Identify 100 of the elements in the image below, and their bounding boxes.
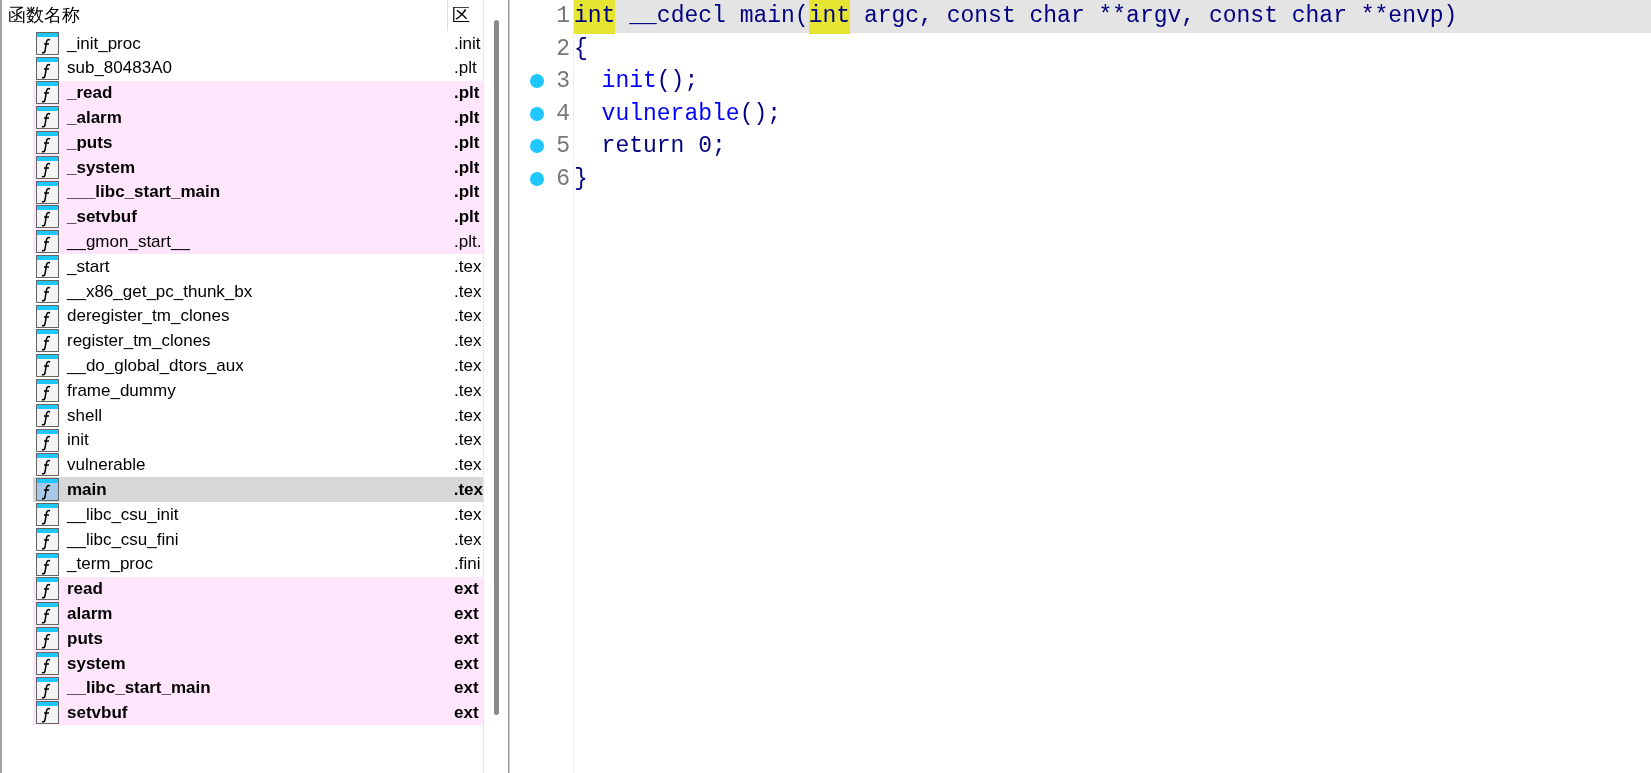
code-line: vulnerable(); bbox=[600, 99, 783, 129]
section-name: .plt bbox=[454, 181, 480, 204]
function-row[interactable]: _system .plt bbox=[33, 155, 483, 180]
function-row[interactable]: frame_dummy .tex bbox=[33, 378, 483, 403]
section-name: .plt bbox=[454, 156, 480, 179]
function-row[interactable]: puts ext bbox=[33, 626, 483, 651]
breakpoint-dot[interactable] bbox=[530, 74, 545, 89]
function-name: __do_global_dtors_aux bbox=[65, 355, 245, 377]
section-name: .tex bbox=[454, 528, 482, 551]
function-row[interactable]: _setvbuf .plt bbox=[33, 204, 483, 230]
function-icon bbox=[36, 577, 59, 601]
function-icon bbox=[36, 304, 59, 328]
function-row[interactable]: read ext bbox=[33, 576, 483, 602]
function-row[interactable]: _alarm .plt bbox=[33, 105, 483, 131]
section-name: .tex bbox=[454, 429, 482, 452]
section-name: .tex bbox=[454, 305, 482, 328]
section-name: .tex bbox=[454, 379, 482, 402]
function-icon bbox=[36, 205, 59, 229]
function-name: __libc_csu_init bbox=[65, 503, 180, 526]
scrollbar-thumb[interactable] bbox=[493, 20, 499, 715]
function-name: vulnerable bbox=[66, 454, 147, 477]
function-name: main bbox=[66, 479, 108, 501]
column-header[interactable]: 区 bbox=[448, 2, 470, 29]
function-name: register_tm_clones bbox=[66, 330, 212, 353]
function-name: _term_proc bbox=[65, 553, 154, 576]
function-row[interactable]: _term_proc .fini bbox=[33, 551, 483, 577]
breakpoint-dot[interactable] bbox=[530, 171, 545, 186]
function-icon bbox=[36, 453, 59, 477]
section-name: .plt. bbox=[454, 231, 482, 254]
function-name: sub_80483A0 bbox=[66, 57, 173, 80]
function-row[interactable]: __x86_get_pc_thunk_bx .tex bbox=[33, 278, 483, 304]
code-line: init(); bbox=[600, 67, 700, 96]
function-row[interactable]: alarm ext bbox=[33, 601, 483, 627]
line-number: 5 bbox=[556, 132, 570, 161]
function-name: setvbuf bbox=[66, 702, 129, 725]
function-row[interactable]: system ext bbox=[33, 650, 483, 676]
function-icon bbox=[36, 527, 59, 551]
function-icon bbox=[36, 602, 59, 626]
breakpoint-dot[interactable] bbox=[530, 106, 545, 121]
function-icon bbox=[36, 255, 59, 279]
function-name: __x86_get_pc_thunk_bx bbox=[65, 280, 254, 303]
section-name: .fini bbox=[454, 553, 481, 576]
function-row[interactable]: shell .tex bbox=[33, 402, 483, 428]
function-name: frame_dummy bbox=[66, 379, 177, 402]
section-name: ext bbox=[454, 652, 479, 675]
function-name: read bbox=[66, 578, 104, 601]
function-name: _alarm bbox=[66, 107, 123, 130]
function-name: init bbox=[66, 429, 90, 452]
function-row[interactable]: main .tex bbox=[33, 477, 483, 503]
function-icon bbox=[36, 676, 59, 700]
function-row[interactable]: setvbuf ext bbox=[33, 700, 483, 726]
function-row[interactable]: __libc_start_main ext bbox=[33, 675, 483, 701]
function-row[interactable]: sub_80483A0 .plt bbox=[33, 55, 483, 81]
function-icon bbox=[36, 31, 59, 55]
function-icon bbox=[36, 180, 59, 204]
function-name: system bbox=[66, 652, 127, 675]
function-row[interactable]: _read .plt bbox=[33, 80, 483, 106]
section-name: .tex bbox=[454, 355, 482, 377]
section-name: .tex bbox=[454, 330, 482, 353]
function-name: _setvbuf bbox=[66, 206, 138, 229]
breakpoint-dot[interactable] bbox=[530, 139, 545, 154]
function-row[interactable]: register_tm_clones .tex bbox=[33, 328, 483, 354]
line-number: 6 bbox=[556, 164, 570, 194]
function-row[interactable]: __gmon_start__ .plt. bbox=[33, 229, 483, 255]
section-name: .plt bbox=[454, 107, 480, 130]
section-name: .plt bbox=[454, 206, 480, 229]
section-name: .tex bbox=[453, 479, 483, 501]
section-name: ext bbox=[454, 702, 479, 725]
function-icon bbox=[36, 56, 59, 80]
function-icon bbox=[36, 155, 59, 179]
section-name: .plt bbox=[454, 131, 480, 154]
function-row[interactable]: _puts .plt bbox=[33, 130, 483, 155]
function-name: __libc_start_main bbox=[66, 677, 212, 700]
function-icon bbox=[36, 106, 59, 130]
function-icon bbox=[36, 379, 59, 403]
function-row[interactable]: __libc_csu_init .tex bbox=[33, 502, 483, 527]
function-icon bbox=[36, 428, 59, 452]
function-row[interactable]: _init_proc .init bbox=[33, 31, 483, 56]
function-icon bbox=[36, 329, 59, 353]
function-icon bbox=[36, 552, 59, 576]
function-name: _init_proc bbox=[65, 32, 142, 55]
section-name: ext bbox=[454, 578, 479, 601]
function-name: puts bbox=[66, 627, 104, 650]
section-name: .tex bbox=[454, 404, 482, 427]
section-name: .init bbox=[454, 32, 481, 55]
function-row[interactable]: __libc_csu_fini .tex bbox=[33, 526, 483, 552]
function-row[interactable]: _start .tex bbox=[33, 254, 483, 279]
function-name: _read bbox=[66, 82, 114, 105]
function-row[interactable]: init .tex bbox=[33, 427, 483, 453]
function-name: __gmon_start__ bbox=[65, 231, 191, 254]
section-name: ext bbox=[454, 677, 479, 700]
line-number: 1 bbox=[556, 2, 570, 31]
function-row[interactable]: __do_global_dtors_aux .tex bbox=[33, 353, 483, 379]
function-name: shell bbox=[66, 404, 103, 427]
function-name: ___libc_start_main bbox=[66, 181, 222, 204]
section-name: ext bbox=[454, 603, 479, 625]
function-row[interactable]: deregister_tm_clones .tex bbox=[33, 303, 483, 329]
function-row[interactable]: vulnerable .tex bbox=[33, 452, 483, 478]
function-row[interactable]: ___libc_start_main .plt bbox=[33, 179, 483, 205]
column-header[interactable]: 函数名称 bbox=[2, 0, 448, 31]
